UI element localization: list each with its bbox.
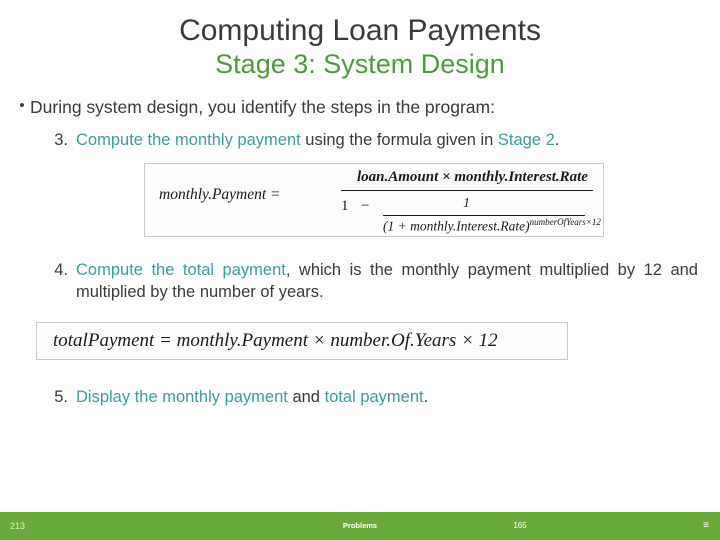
list-item-number: 4. — [54, 261, 68, 280]
formula1-inner-fraction-bar — [383, 215, 585, 217]
formula-total-payment: totalPayment = monthly.Payment × number.… — [36, 321, 568, 360]
formula1-denominator-exponent: numberOfYears×12 — [529, 217, 601, 228]
list-item-content: Compute the total payment, which is the … — [76, 259, 706, 304]
formula1-denominator-base: (1 + monthly.Interest.Rate) — [383, 218, 530, 234]
bullet-text: During system design, you identify the s… — [30, 97, 495, 118]
list-item-content: Compute the monthly payment using the fo… — [76, 129, 706, 151]
list-item-tail: . — [423, 387, 429, 406]
formula1-one: 1 — [341, 198, 349, 215]
formula1-main-fraction-bar — [341, 190, 593, 192]
bullet-item: • During system design, you identify the… — [14, 96, 706, 119]
formula1-lhs: monthly.Payment = — [159, 186, 281, 204]
formula1-inner-denominator: (1 + monthly.Interest.Rate)numberOfYears… — [383, 217, 601, 235]
list-item-highlight: Compute the total payment — [76, 261, 286, 280]
list-item-highlight-tail: Stage 2 — [497, 130, 555, 149]
list-item-number: 5. — [54, 387, 68, 406]
slide-footer: 213 Problems 165 ≡ — [0, 512, 720, 540]
list-item-number: 3. — [54, 130, 68, 149]
list-item-tail: . — [554, 130, 560, 149]
slide-title: Computing Loan Payments Stage 3: System … — [0, 0, 720, 80]
list-item-rest: and — [287, 387, 325, 406]
menu-icon[interactable]: ≡ — [700, 520, 712, 532]
formula2-text: totalPayment = monthly.Payment × number.… — [53, 329, 498, 351]
formula1-numerator: loan.Amount × monthly.Interest.Rate — [357, 169, 588, 186]
slide: Computing Loan Payments Stage 3: System … — [0, 0, 720, 540]
formula-monthly-payment: monthly.Payment = loan.Amount × monthly.… — [144, 163, 604, 238]
formula1-minus: − — [361, 198, 370, 215]
formula1-inner-numerator: 1 — [463, 196, 470, 212]
bullet-dot-icon: • — [19, 97, 25, 115]
title-line-2: Stage 3: System Design — [215, 48, 505, 79]
list-item-highlight: Compute the monthly payment — [76, 130, 301, 149]
list-item-highlight: Display the monthly payment — [76, 387, 288, 406]
list-item-rest: using the formula given in — [300, 130, 498, 149]
footer-page-number: 165 — [513, 521, 527, 530]
list-item: 5. Display the monthly payment and total… — [14, 386, 706, 408]
title-line-1: Computing Loan Payments — [179, 14, 541, 47]
list-item: 3. Compute the monthly payment using the… — [14, 129, 706, 151]
list-item-content: Display the monthly payment and total pa… — [76, 386, 706, 408]
slide-body: • During system design, you identify the… — [0, 80, 720, 408]
list-item-highlight-tail: total payment — [324, 387, 424, 406]
list-item: 4. Compute the total payment, which is t… — [14, 259, 706, 304]
